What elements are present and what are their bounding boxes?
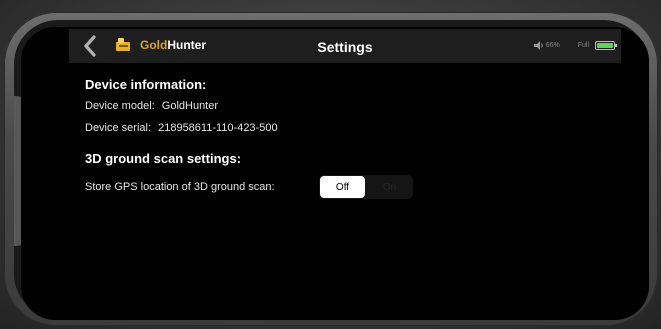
battery-icon	[595, 41, 617, 50]
volume-level: 66%	[545, 42, 560, 49]
status-indicators: 66% Full	[533, 41, 617, 50]
toggle-on-option[interactable]: On	[366, 175, 413, 199]
scan-settings-heading: 3D ground scan settings:	[85, 151, 242, 166]
navigation-bar: GoldHunter Settings 66% Full	[69, 29, 621, 63]
gps-toggle[interactable]: Off On	[319, 175, 413, 199]
device-serial-label: Device serial:	[85, 122, 152, 134]
device-model-value: GoldHunter	[161, 100, 219, 112]
device-model-row: Device model: GoldHunter	[85, 100, 218, 112]
speaker-icon	[533, 41, 543, 50]
app-screen: GoldHunter Settings 66% Full Device info…	[21, 27, 649, 320]
toggle-off-option[interactable]: Off	[320, 176, 365, 198]
device-info-heading: Device information:	[85, 77, 207, 92]
device-model-label: Device model:	[85, 100, 155, 112]
battery-label: Full	[577, 42, 589, 49]
gps-setting-label: Store GPS location of 3D ground scan:	[85, 181, 275, 193]
battery-fill	[597, 43, 613, 48]
device-serial-value: 218958611-110-423-500	[158, 122, 278, 134]
device-serial-row: Device serial: 218958611-110-423-500	[85, 122, 278, 134]
